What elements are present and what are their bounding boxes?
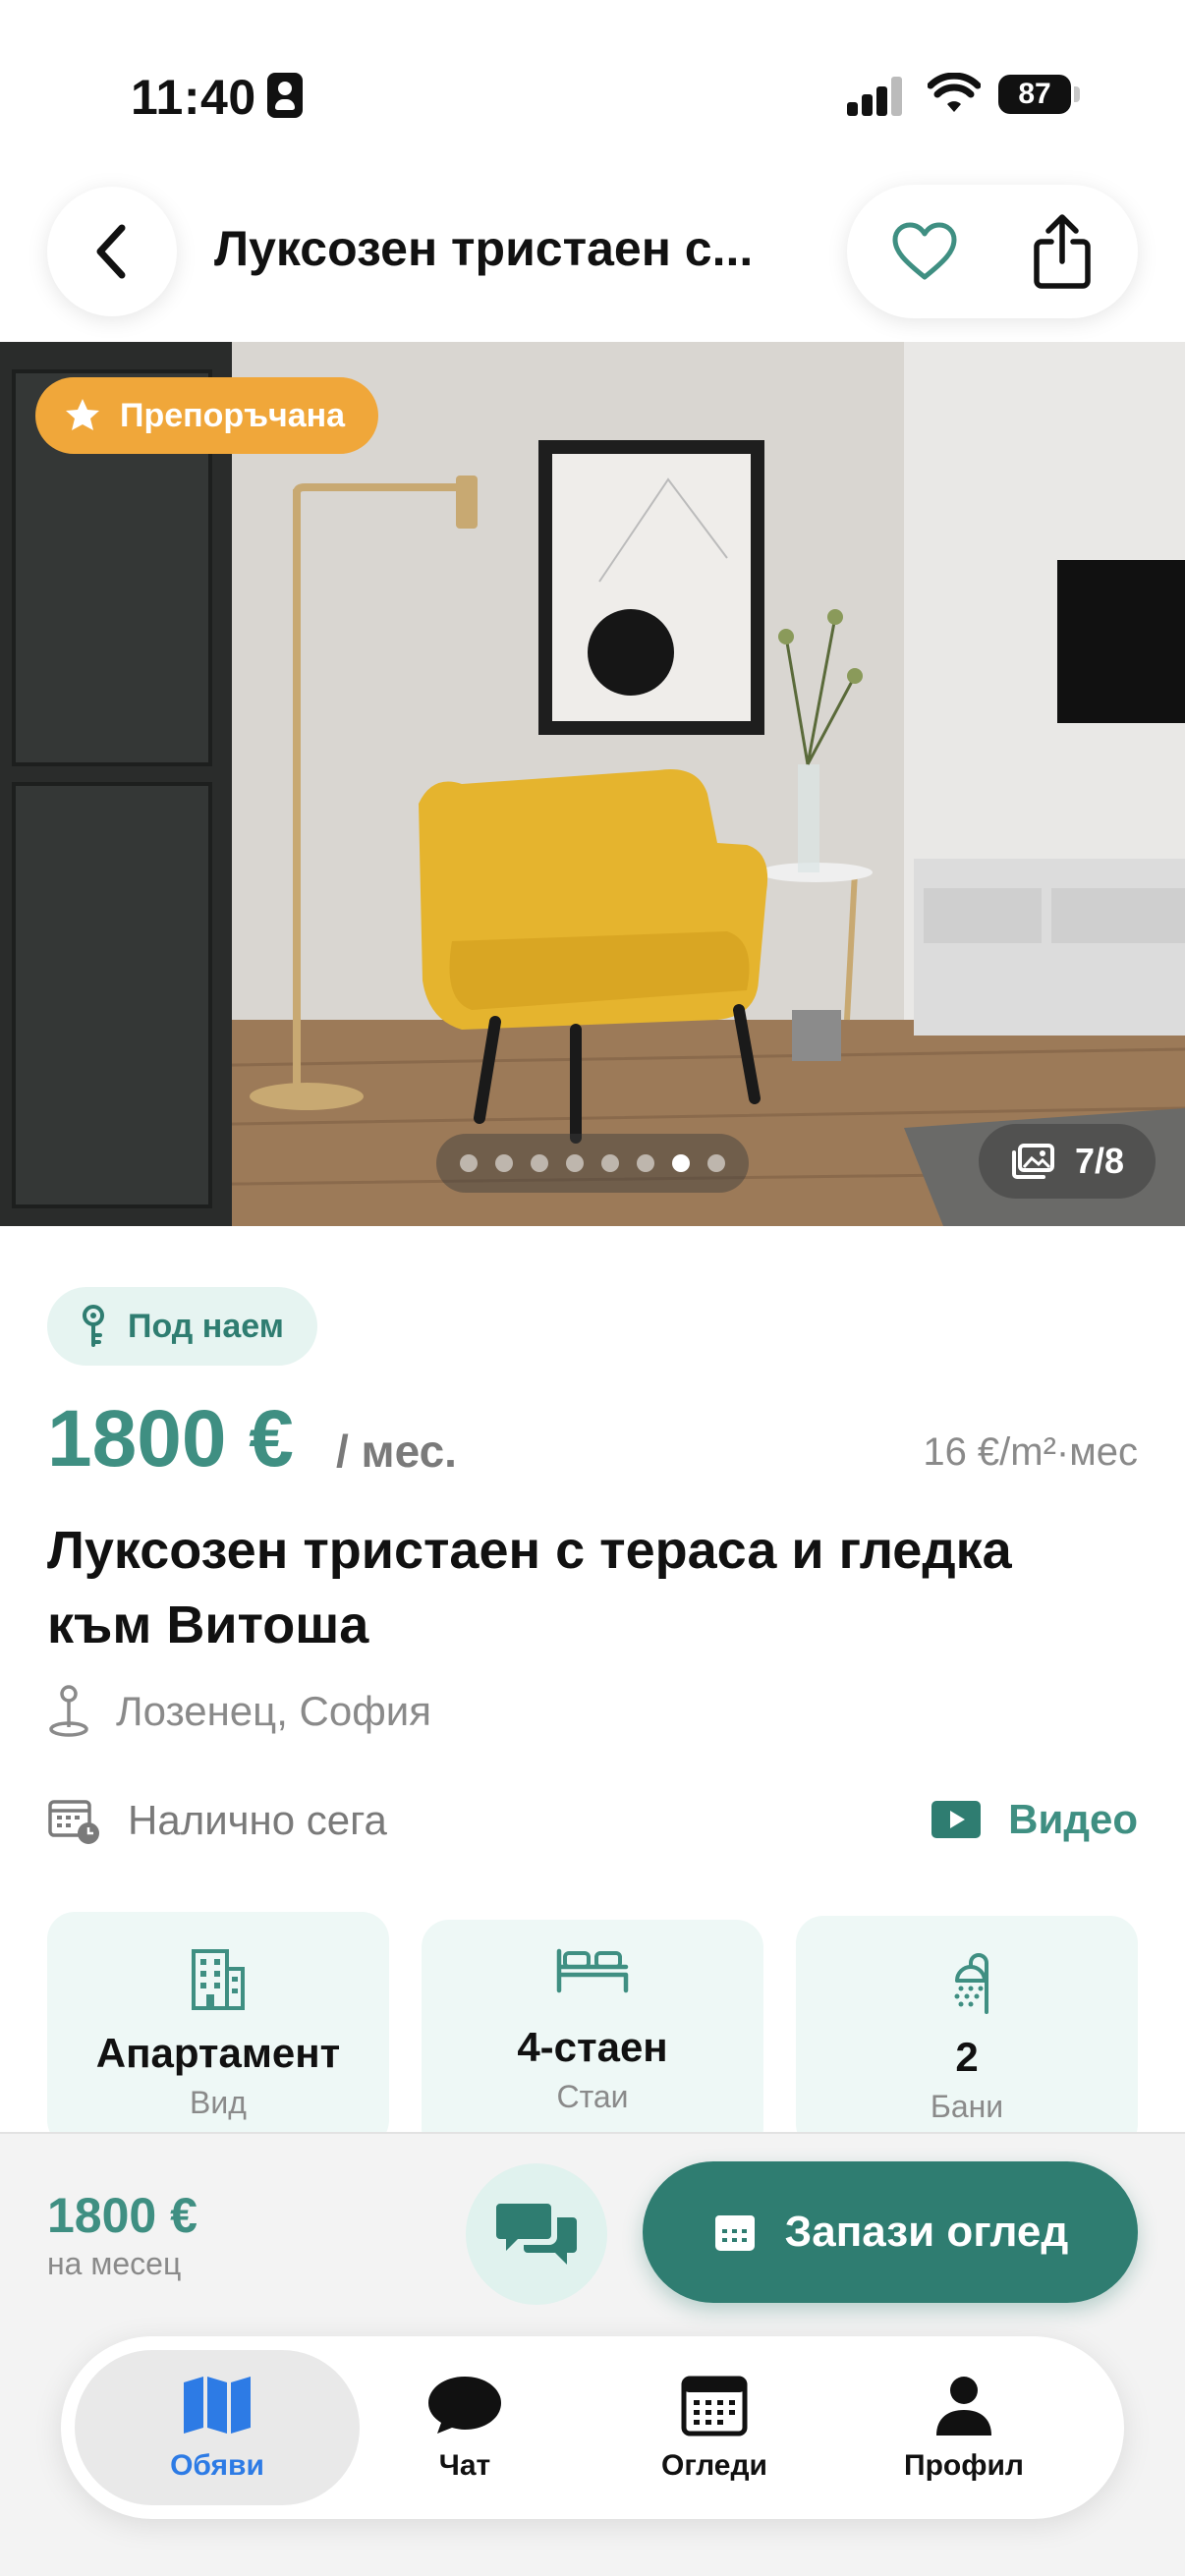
chat-bubbles-icon (496, 2204, 577, 2265)
pagination-dot[interactable] (566, 1154, 584, 1172)
listing-type-chip: Под наем (47, 1287, 317, 1366)
favorite-button[interactable] (871, 206, 979, 297)
photo-pagination[interactable] (436, 1134, 749, 1193)
battery-indicator: 87 (998, 75, 1071, 114)
availability: Налично сега (47, 1796, 387, 1845)
pagination-dot[interactable] (495, 1154, 513, 1172)
feature-card-baths: 2 Бани (796, 1916, 1138, 2152)
tab-listings[interactable]: Обяви (75, 2350, 360, 2505)
pagination-dot[interactable] (707, 1154, 725, 1172)
photos-icon (1011, 1144, 1054, 1179)
bed-icon (556, 1948, 629, 1993)
header-actions (847, 185, 1138, 318)
tab-profile[interactable]: Профил (821, 2350, 1106, 2505)
top-header: Луксозен тристаен с... (0, 177, 1185, 342)
location-label: Лозенец, София (116, 1688, 431, 1734)
location[interactable]: Лозенец, София (47, 1684, 431, 1739)
status-time: 11:40 (131, 70, 256, 125)
wifi-icon (927, 72, 982, 121)
photo-gallery[interactable]: Препоръчана 7/8 (0, 342, 1185, 1226)
photo-counter-label: 7/8 (1074, 1141, 1125, 1181)
photo-counter[interactable]: 7/8 (979, 1124, 1156, 1199)
map-icon (184, 2377, 251, 2434)
tab-viewings[interactable]: Огледи (572, 2350, 857, 2505)
featured-badge: Препоръчана (35, 377, 379, 454)
cellular-signal-icon (847, 77, 904, 116)
book-viewing-button[interactable]: Запази оглед (643, 2161, 1138, 2303)
calendar-clock-icon (48, 1800, 99, 1844)
video-button[interactable]: Видео (930, 1796, 1138, 1843)
feature-card-rooms: 4-стаен Стаи (422, 1920, 763, 2156)
price-unit: / мес. (336, 1426, 457, 1477)
calendar-icon (714, 2215, 755, 2251)
price: 1800 € (47, 1394, 294, 1484)
video-label: Видео (1008, 1796, 1138, 1842)
feature-card-type: Апартамент Вид (47, 1912, 389, 2148)
chevron-left-icon (96, 224, 126, 279)
pagination-dot[interactable] (531, 1154, 548, 1172)
feature-value: Апартамент (95, 2030, 341, 2076)
price-per-sqm: 16 €/m²·мес (923, 1430, 1138, 1474)
share-button[interactable] (1008, 202, 1116, 301)
calendar-icon (681, 2376, 748, 2436)
location-pin-icon (49, 1685, 88, 1737)
page-title: Луксозен тристаен с... (214, 221, 754, 276)
play-video-icon (931, 1801, 982, 1838)
building-icon (192, 1949, 245, 2010)
heart-icon (892, 222, 957, 280)
bottom-price-period: на месец (47, 2246, 182, 2281)
star-icon (66, 399, 99, 430)
listing-photo (0, 342, 1185, 1226)
pagination-dot[interactable] (637, 1154, 654, 1172)
shower-icon (954, 1953, 988, 2014)
feature-value: 2 (955, 2034, 979, 2080)
pagination-dot[interactable] (460, 1154, 478, 1172)
chat-button[interactable] (466, 2163, 607, 2305)
feature-label: Вид (190, 2085, 247, 2120)
listing-title: Луксозен тристаен с тераса и гледка към … (47, 1521, 1012, 1654)
feature-label: Стаи (556, 2079, 629, 2114)
feature-value: 4-стаен (517, 2024, 668, 2070)
tab-label: Обяви (170, 2449, 264, 2482)
tab-label: Чат (438, 2449, 491, 2482)
key-icon (83, 1305, 104, 1347)
featured-badge-label: Препоръчана (120, 396, 346, 434)
bottom-price: 1800 € (47, 2188, 198, 2243)
battery-nub (1074, 86, 1080, 102)
tab-bar: Обяви Чат Огледи Профил (61, 2336, 1124, 2519)
pagination-dot-active[interactable] (672, 1154, 690, 1172)
availability-label: Налично сега (128, 1797, 387, 1843)
chat-bubble-icon (428, 2377, 501, 2434)
listing-type-label: Под наем (128, 1307, 284, 1345)
feature-label: Бани (930, 2089, 1004, 2124)
status-bar: 11:40 87 (0, 0, 1185, 177)
tab-label: Профил (904, 2449, 1024, 2482)
bottom-action-bar: 1800 € на месец Запази оглед Обяви Чат О… (0, 2132, 1185, 2576)
book-viewing-label: Запази оглед (784, 2208, 1069, 2256)
tab-label: Огледи (661, 2449, 767, 2482)
tab-chat[interactable]: Чат (322, 2350, 607, 2505)
feature-cards: Апартамент Вид 4-стаен Стаи 2 Бани (47, 1912, 1138, 2156)
contact-card-icon (267, 73, 303, 118)
back-button[interactable] (47, 187, 177, 316)
person-icon (936, 2377, 991, 2436)
share-icon (1034, 214, 1091, 289)
pagination-dot[interactable] (601, 1154, 619, 1172)
